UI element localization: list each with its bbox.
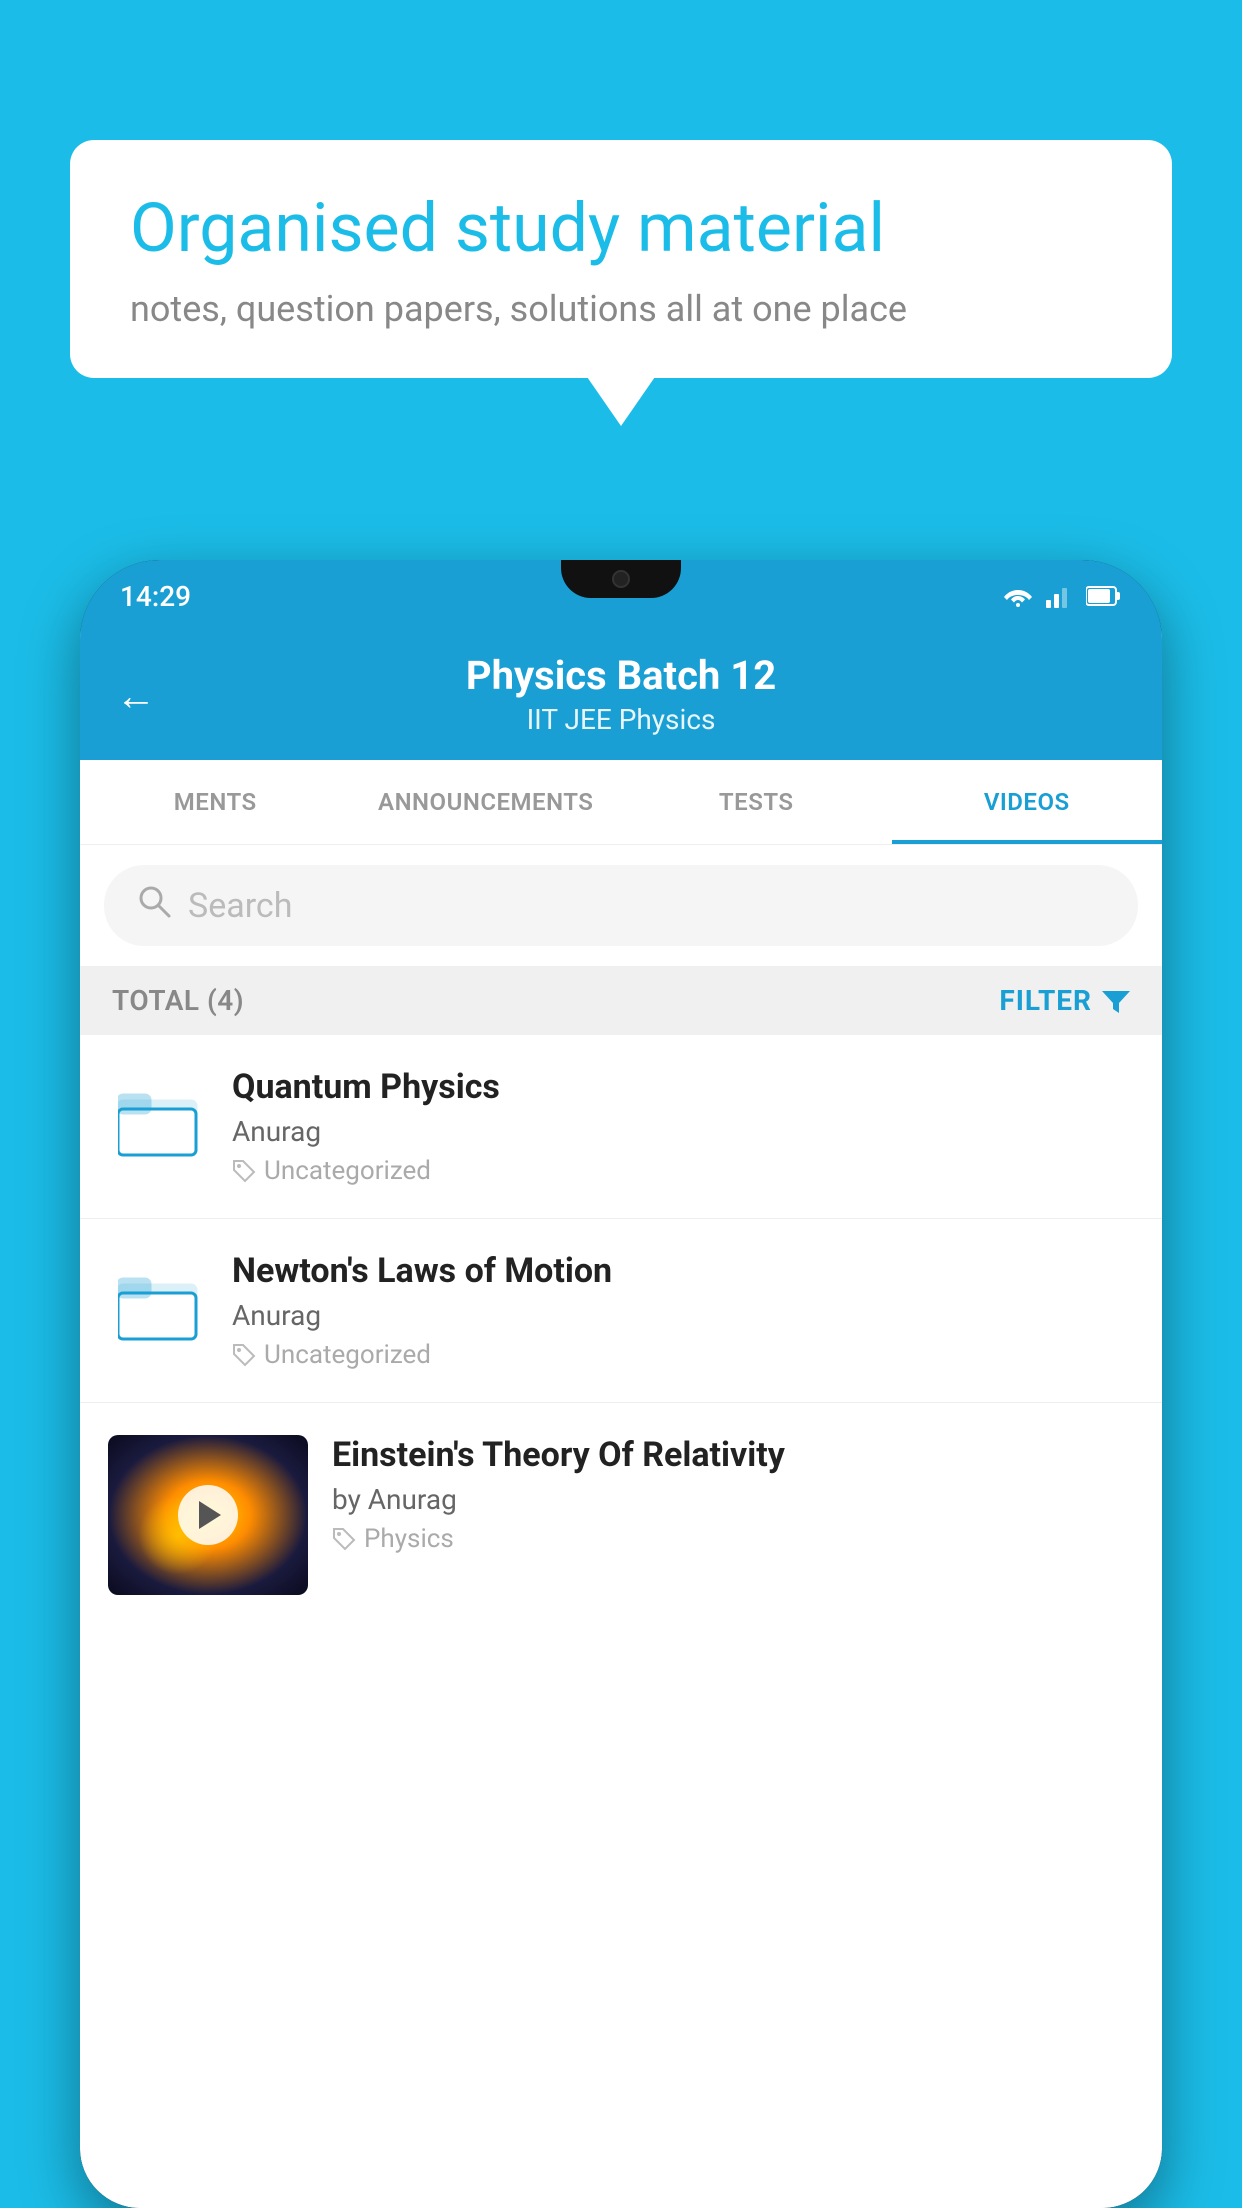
video-list: Quantum Physics Anurag Uncategorized [80,1035,1162,2208]
phone-frame: 14:29 [80,560,1162,2208]
video-thumbnail [108,1435,308,1595]
header-title: Physics Batch 12 [120,652,1122,699]
notch [561,560,681,598]
status-bar: 14:29 [80,560,1162,632]
tabs-bar: MENTS ANNOUNCEMENTS TESTS VIDEOS [80,760,1162,845]
video-author: by Anurag [332,1483,1134,1516]
signal-icon [1046,584,1074,608]
video-info: Newton's Laws of Motion Anurag Uncategor… [232,1251,1134,1370]
header-subtitle: IIT JEE Physics [120,703,1122,736]
folder-icon-wrap [108,1251,208,1361]
video-info: Quantum Physics Anurag Uncategorized [232,1067,1134,1186]
video-title: Einstein's Theory Of Relativity [332,1435,1134,1475]
list-item[interactable]: Newton's Laws of Motion Anurag Uncategor… [80,1219,1162,1403]
search-bar[interactable]: Search [104,865,1138,946]
clock: 14:29 [120,580,191,613]
search-container: Search [80,845,1162,966]
wifi-icon [1002,584,1034,608]
camera-dot [612,570,630,588]
video-tag: Uncategorized [232,1156,1134,1186]
search-icon [136,883,172,928]
speech-bubble-container: Organised study material notes, question… [70,140,1172,378]
tab-ments[interactable]: MENTS [80,760,351,844]
search-placeholder: Search [188,886,292,926]
folder-icon [118,1266,198,1346]
play-button[interactable] [178,1485,238,1545]
filter-icon [1102,987,1130,1015]
folder-icon [118,1082,198,1162]
video-tag: Uncategorized [232,1340,1134,1370]
tag-label: Uncategorized [264,1340,431,1370]
video-title: Newton's Laws of Motion [232,1251,1134,1291]
filter-label: FILTER [999,984,1092,1017]
video-info: Einstein's Theory Of Relativity by Anura… [332,1435,1134,1554]
video-title: Quantum Physics [232,1067,1134,1107]
tab-videos[interactable]: VIDEOS [892,760,1163,844]
back-button[interactable]: ← [116,673,156,720]
speech-bubble: Organised study material notes, question… [70,140,1172,378]
video-author: Anurag [232,1299,1134,1332]
bubble-subtitle: notes, question papers, solutions all at… [130,288,1112,330]
folder-icon-wrap [108,1067,208,1177]
total-count: TOTAL (4) [112,984,244,1017]
tag-icon [232,1159,256,1183]
battery-icon [1086,585,1122,607]
list-item[interactable]: Quantum Physics Anurag Uncategorized [80,1035,1162,1219]
play-triangle-icon [199,1501,221,1529]
phone-content: ← Physics Batch 12 IIT JEE Physics MENTS… [80,632,1162,2208]
tag-label: Physics [364,1524,454,1554]
tab-tests[interactable]: TESTS [621,760,892,844]
filter-button[interactable]: FILTER [999,984,1130,1017]
app-header: ← Physics Batch 12 IIT JEE Physics [80,632,1162,760]
tag-icon [232,1343,256,1367]
list-item[interactable]: Einstein's Theory Of Relativity by Anura… [80,1403,1162,1627]
tag-label: Uncategorized [264,1156,431,1186]
bubble-title: Organised study material [130,188,1112,270]
status-icons [1002,584,1122,608]
video-author: Anurag [232,1115,1134,1148]
video-tag: Physics [332,1524,1134,1554]
filter-bar: TOTAL (4) FILTER [80,966,1162,1035]
tab-announcements[interactable]: ANNOUNCEMENTS [351,760,622,844]
tag-icon [332,1527,356,1551]
